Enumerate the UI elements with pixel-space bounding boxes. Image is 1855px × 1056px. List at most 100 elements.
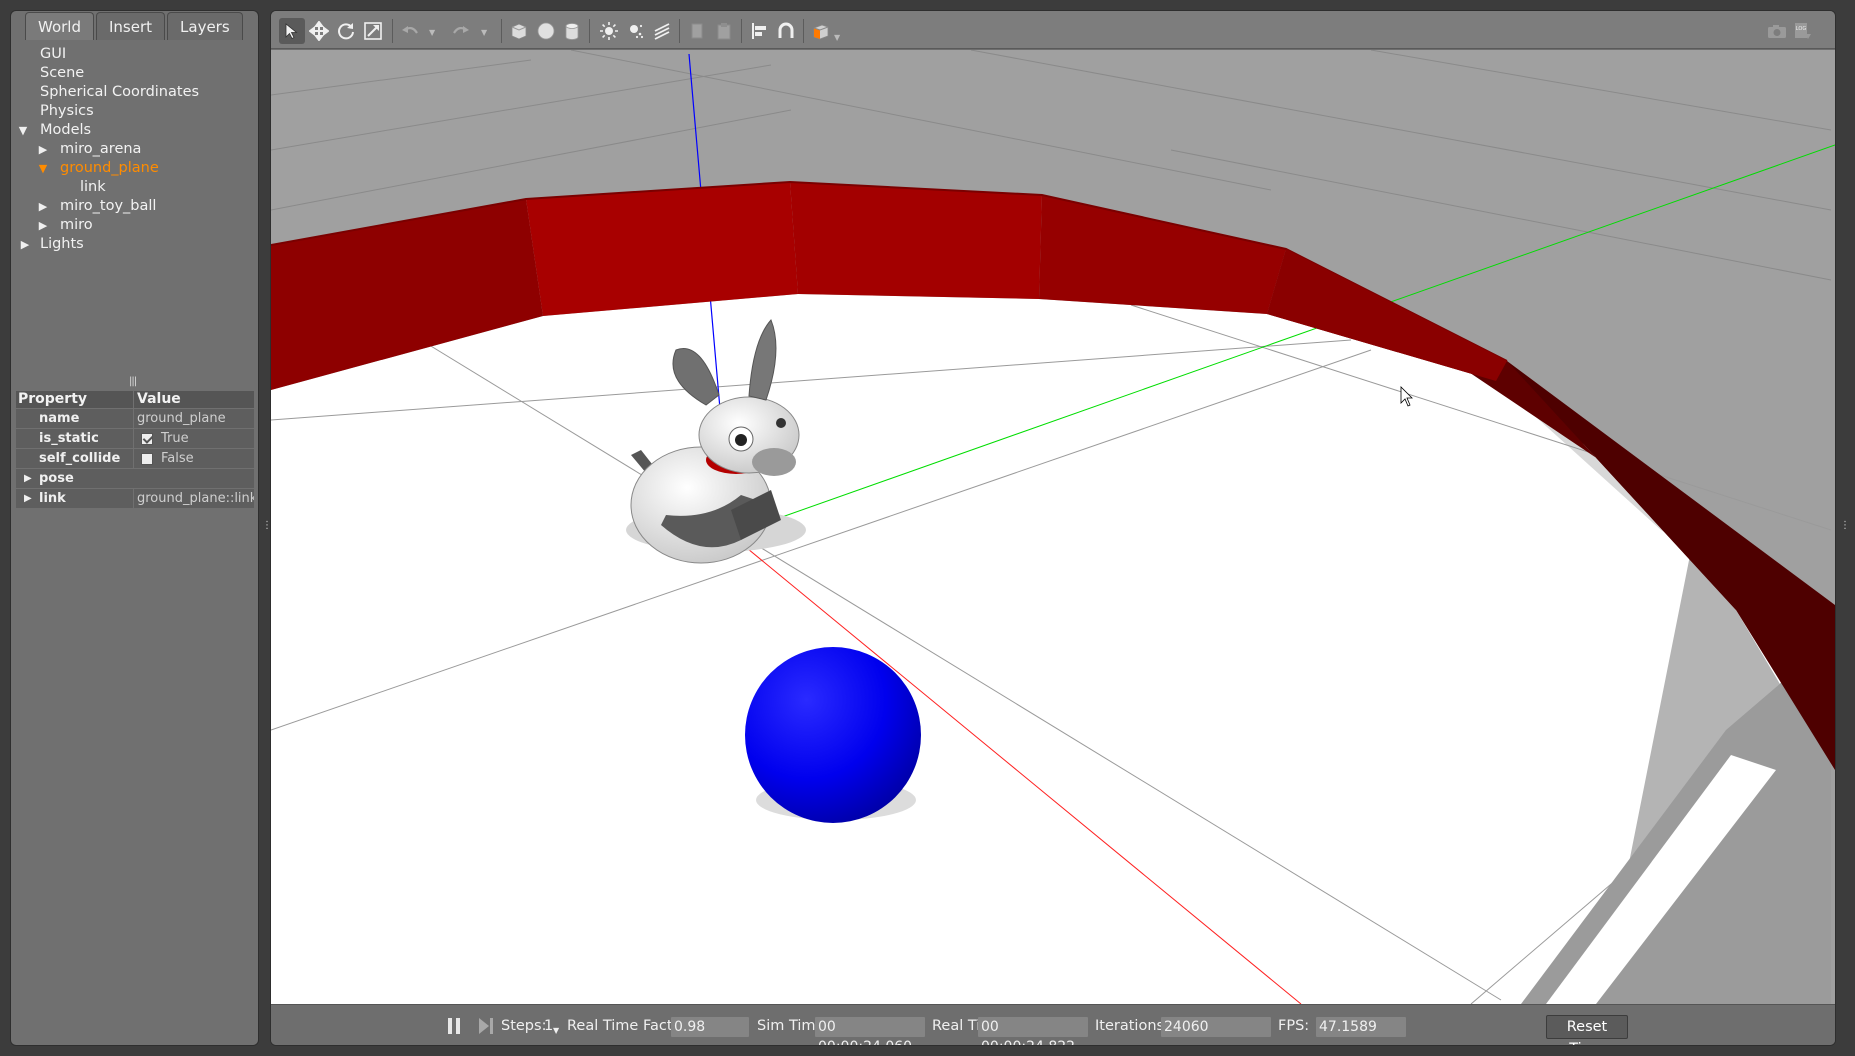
directional-light-button[interactable] — [649, 18, 675, 44]
property-row-name: name ground_plane — [16, 408, 254, 428]
main-area: ▼ ▼ ▼ LOG Steps: 1 ▼ Real Time Factor: 0… — [270, 10, 1836, 1046]
splitter-handle-icon[interactable]: ||| — [129, 376, 137, 387]
view-dropdown-icon[interactable]: ▼ — [834, 33, 840, 42]
change-view-button[interactable] — [808, 18, 834, 44]
tree-item-physics[interactable]: Physics — [11, 102, 258, 121]
tab-layers[interactable]: Layers — [167, 12, 243, 40]
property-value: ground_plane::link — [137, 490, 254, 506]
screenshot-button[interactable] — [1764, 18, 1790, 44]
tab-world[interactable]: World — [25, 12, 94, 40]
scene-viewport[interactable] — [271, 50, 1835, 1004]
value-column-header: Value — [137, 391, 181, 407]
insert-sphere-button[interactable] — [533, 18, 559, 44]
collapsed-arrow-icon[interactable]: ▶ — [24, 469, 32, 489]
scene-render — [271, 50, 1835, 1004]
toolbar-separator — [589, 19, 590, 43]
real-time-factor-field: 0.98 — [671, 1017, 749, 1037]
snap-button[interactable] — [773, 18, 799, 44]
tree-item-label: link — [80, 179, 106, 195]
tree-item-ground-plane[interactable]: ▼ ground_plane — [11, 159, 258, 178]
property-column-header: Property — [16, 391, 134, 408]
insert-cylinder-button[interactable] — [559, 18, 585, 44]
tree-item-models[interactable]: ▼ Models — [11, 121, 258, 140]
tree-item-label: Scene — [40, 65, 85, 81]
redo-history-dropdown-icon[interactable]: ▼ — [481, 28, 487, 37]
insert-box-button[interactable] — [506, 18, 532, 44]
reset-time-button[interactable]: Reset Time — [1546, 1015, 1628, 1045]
magnet-icon — [778, 22, 794, 38]
point-light-button[interactable] — [596, 18, 622, 44]
tree-item-spherical-coordinates[interactable]: Spherical Coordinates — [11, 83, 258, 102]
toolbar-separator — [803, 19, 804, 43]
collapsed-arrow-icon[interactable]: ▶ — [24, 489, 32, 509]
toolbar-separator — [501, 19, 502, 43]
property-table-header: Property Value — [16, 391, 254, 408]
left-splitter-handle-icon[interactable]: ⋮ — [262, 520, 272, 536]
pause-icon — [448, 1018, 460, 1034]
undo-history-dropdown-icon[interactable]: ▼ — [429, 28, 435, 37]
svg-text:LOG: LOG — [1796, 26, 1807, 32]
redo-icon — [453, 26, 469, 34]
expanded-arrow-icon[interactable]: ▼ — [17, 121, 29, 140]
toolbar-separator — [679, 19, 680, 43]
collapsed-arrow-icon[interactable]: ▶ — [19, 235, 31, 254]
toolbar-separator — [392, 19, 393, 43]
rotate-mode-button[interactable] — [333, 18, 359, 44]
rotate-icon — [338, 23, 354, 40]
translate-mode-button[interactable] — [306, 18, 332, 44]
align-button[interactable] — [746, 18, 772, 44]
property-row-link[interactable]: ▶ link ground_plane::link — [16, 488, 254, 508]
world-tree: GUI Scene Spherical Coordinates Physics … — [11, 45, 258, 254]
property-name: pose — [39, 471, 74, 486]
tree-item-link[interactable]: link — [11, 178, 258, 197]
pause-button[interactable] — [447, 1005, 461, 1045]
redo-button[interactable] — [448, 18, 474, 44]
arrow-cursor-icon — [285, 23, 298, 40]
steps-dropdown-icon[interactable]: ▼ — [553, 1009, 559, 1045]
view-cube-icon — [813, 24, 829, 40]
undo-button[interactable] — [397, 18, 423, 44]
steps-value[interactable]: 1 — [544, 1005, 553, 1045]
step-button[interactable] — [478, 1005, 494, 1045]
log-button[interactable]: LOG — [1789, 18, 1815, 44]
paste-button[interactable] — [711, 18, 737, 44]
collapsed-arrow-icon[interactable]: ▶ — [37, 197, 49, 216]
tab-insert[interactable]: Insert — [96, 12, 166, 40]
tree-item-miro-arena[interactable]: ▶ miro_arena — [11, 140, 258, 159]
spot-light-button[interactable] — [623, 18, 649, 44]
copy-button[interactable] — [684, 18, 710, 44]
is-static-checkbox[interactable] — [141, 432, 153, 445]
steps-label: Steps: — [501, 1018, 547, 1034]
camera-icon — [1768, 25, 1786, 38]
expanded-arrow-icon[interactable]: ▼ — [37, 159, 49, 178]
tree-item-miro[interactable]: ▶ miro — [11, 216, 258, 235]
property-value[interactable]: ground_plane — [137, 409, 226, 428]
scale-mode-button[interactable] — [360, 18, 386, 44]
tree-item-miro-toy-ball[interactable]: ▶ miro_toy_ball — [11, 197, 258, 216]
tree-item-label: miro — [60, 217, 93, 233]
tree-item-gui[interactable]: GUI — [11, 45, 258, 64]
collapsed-arrow-icon[interactable]: ▶ — [37, 140, 49, 159]
directional-light-icon — [654, 23, 670, 40]
align-icon — [752, 23, 766, 39]
step-forward-icon — [479, 1018, 493, 1034]
tree-item-label: Physics — [40, 103, 94, 119]
self-collide-checkbox[interactable] — [141, 452, 153, 465]
property-name: name — [16, 409, 134, 428]
spotlight-icon — [630, 24, 644, 39]
log-icon: LOG — [1795, 23, 1811, 39]
property-value: True — [161, 430, 189, 446]
translate-icon — [309, 21, 329, 41]
fps-label: FPS: — [1278, 1018, 1310, 1034]
left-panel: World Insert Layers GUI Scene Spherical … — [10, 10, 259, 1046]
tree-item-label: miro_arena — [60, 141, 142, 157]
right-splitter-handle-icon[interactable]: ⋮ — [1840, 520, 1850, 531]
collapsed-arrow-icon[interactable]: ▶ — [37, 216, 49, 235]
tree-item-scene[interactable]: Scene — [11, 64, 258, 83]
box-icon — [511, 23, 527, 40]
select-mode-button[interactable] — [279, 18, 305, 44]
property-row-pose[interactable]: ▶ pose — [16, 468, 254, 488]
tree-item-lights[interactable]: ▶ Lights — [11, 235, 258, 254]
tree-item-label: ground_plane — [60, 160, 159, 176]
status-bar: Steps: 1 ▼ Real Time Factor: 0.98 Sim Ti… — [271, 1004, 1835, 1045]
